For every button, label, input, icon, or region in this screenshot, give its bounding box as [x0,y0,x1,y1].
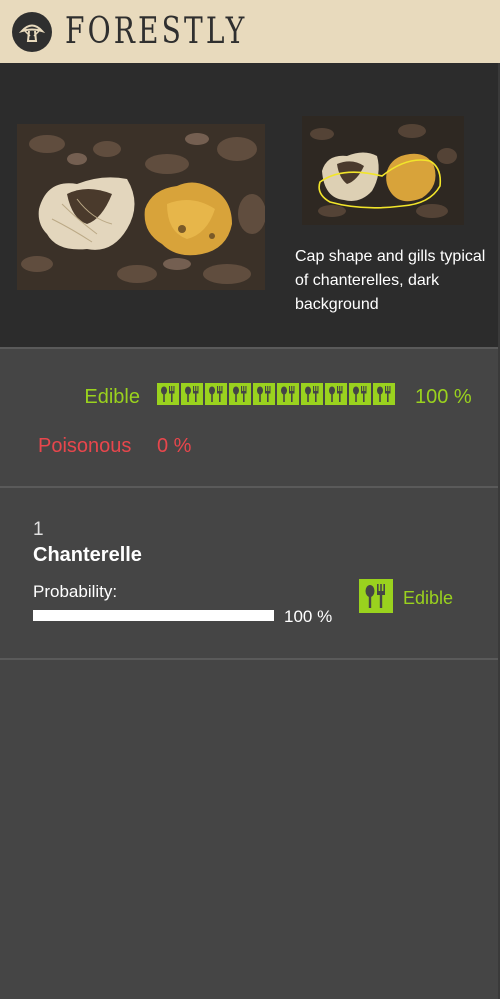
poisonous-label: Poisonous [38,435,132,457]
edible-label: Edible [84,386,140,408]
edible-percentage: 100 % [415,386,472,408]
photo-caption: Cap shape and gills typical of chanterel… [295,248,486,313]
cutlery-icon [181,383,203,405]
poisonous-percentage: 0 % [157,435,192,457]
mushroom-photo[interactable] [17,124,265,290]
cutlery-icon [229,383,251,405]
probability-percentage: 100 % [284,607,333,626]
photo-section: Cap shape and gills typical of chanterel… [0,63,500,349]
result-name: Chanterelle [33,544,142,566]
cutlery-icon [205,383,227,405]
probability-bar [33,610,274,621]
cutlery-icon [325,383,347,405]
cutlery-icon [277,383,299,405]
cutlery-icon [253,383,275,405]
cutlery-icon [301,383,323,405]
cutlery-icon [157,383,179,405]
edibility-summary: Edible 100 % Poisonous 0 % [0,349,500,488]
app-header: FORESTLY [0,0,500,63]
result-item[interactable]: 1 Chanterelle Probability: 100 % Edible [0,488,500,660]
mushroom-icon[interactable] [12,12,52,52]
probability-bar-fill [33,610,274,621]
edible-icon-bar [157,383,397,405]
result-rank: 1 [33,519,44,540]
result-edibility: Edible [403,588,454,608]
highlight-thumbnail[interactable] [302,116,464,225]
probability-label: Probability: [33,582,118,601]
cutlery-icon [373,383,395,405]
brand-wordmark: FORESTLY [65,11,248,52]
cutlery-icon [359,579,393,613]
cutlery-icon [349,383,371,405]
